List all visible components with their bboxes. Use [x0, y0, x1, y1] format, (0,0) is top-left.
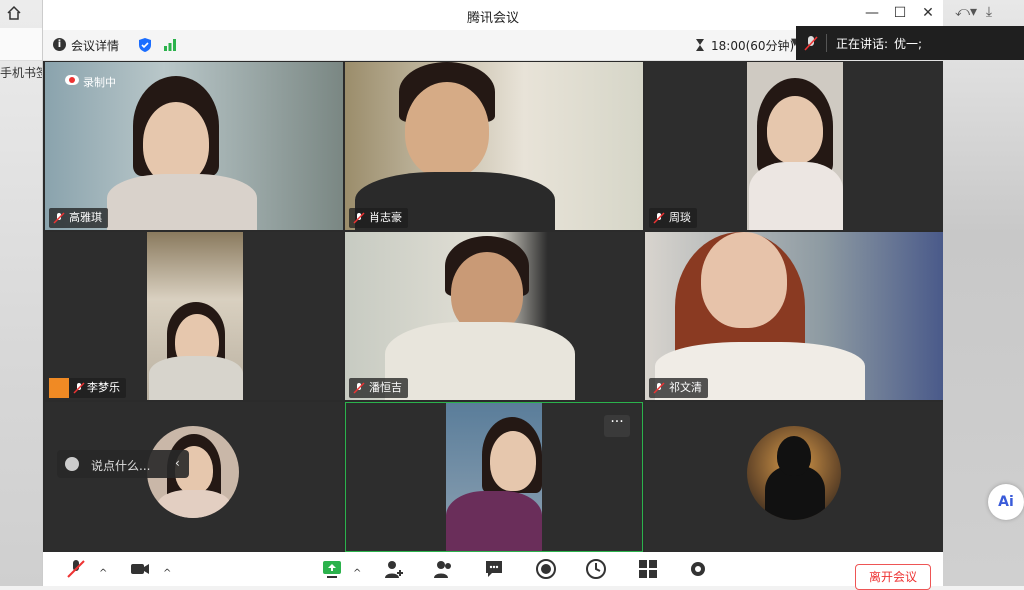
- grid-icon[interactable]: [637, 558, 659, 580]
- background-left: [0, 0, 44, 586]
- smile-icon[interactable]: [65, 457, 79, 471]
- record-icon[interactable]: [535, 558, 557, 580]
- settings-icon[interactable]: [687, 558, 709, 580]
- browser-undo-icon[interactable]: ⤺▾ ⤓: [955, 4, 992, 20]
- participant-name: 周琰: [669, 211, 691, 224]
- speaking-name: 优一;: [894, 37, 923, 51]
- camera-icon[interactable]: [129, 558, 151, 580]
- hourglass-icon: [696, 39, 704, 51]
- participant-name: 潘恒吉: [369, 381, 402, 394]
- mic-muted-icon: [653, 212, 665, 224]
- home-icon[interactable]: [6, 5, 22, 21]
- participant-name: 高雅琪: [69, 211, 102, 224]
- share-screen-icon[interactable]: [321, 558, 343, 580]
- info-icon[interactable]: i: [53, 38, 66, 51]
- video-tile[interactable]: 李梦乐: [45, 232, 343, 400]
- video-tile[interactable]: 说点什么... ‹: [45, 402, 343, 552]
- close-button[interactable]: ✕: [919, 5, 937, 21]
- video-tile[interactable]: 祁文清: [645, 232, 943, 400]
- meeting-timer[interactable]: 18:00(60分钟): [711, 37, 794, 54]
- control-bar: ^ ^ ^ 离开会议: [43, 552, 943, 590]
- participant-name: 李梦乐: [87, 381, 120, 394]
- minimize-button[interactable]: —: [863, 5, 881, 21]
- video-tile-active[interactable]: ···: [345, 402, 643, 552]
- chevron-up-icon[interactable]: ^: [99, 568, 107, 579]
- app-icon[interactable]: [585, 558, 607, 580]
- chevron-left-icon[interactable]: ‹: [175, 456, 180, 470]
- bookmark-bar: 手机书签: [0, 28, 48, 80]
- members-icon[interactable]: [433, 558, 455, 580]
- participant-name-tag: 周琰: [649, 208, 697, 228]
- speaking-indicator: 正在讲话: 优一;: [796, 26, 1024, 60]
- recording-label: 录制中: [83, 76, 116, 89]
- avatar: [747, 426, 841, 520]
- video-tile[interactable]: 录制中 高雅琪: [45, 62, 343, 230]
- host-icon: [49, 378, 69, 398]
- participant-name-tag: 潘恒吉: [349, 378, 408, 398]
- shield-icon[interactable]: [138, 37, 152, 53]
- participant-name: 祁文清: [669, 381, 702, 394]
- participant-name-tag: 李梦乐: [49, 378, 126, 398]
- chat-icon[interactable]: [483, 558, 505, 580]
- video-tile[interactable]: 肖志豪: [345, 62, 643, 230]
- chevron-up-icon[interactable]: ^: [163, 568, 171, 579]
- leave-meeting-button[interactable]: 离开会议: [855, 564, 931, 590]
- participant-name-tag: 肖志豪: [349, 208, 408, 228]
- mic-muted-icon: [804, 36, 818, 51]
- signal-icon[interactable]: [163, 39, 177, 51]
- participant-name: 肖志豪: [369, 211, 402, 224]
- participant-name-tag: 高雅琪: [49, 208, 108, 228]
- window-title: 腾讯会议: [466, 11, 519, 26]
- meeting-window: 腾讯会议 — ☐ ✕ i 会议详情 18:00(60分钟) ▼ 录制中 高雅琪 …: [42, 0, 943, 590]
- mic-muted-icon: [353, 382, 365, 394]
- more-icon[interactable]: ···: [604, 415, 630, 437]
- video-tile[interactable]: 周琰: [645, 62, 943, 230]
- meeting-info-link[interactable]: 会议详情: [71, 37, 119, 54]
- bookmark-label: 手机书签: [0, 66, 49, 80]
- mic-muted-icon[interactable]: [65, 558, 87, 580]
- recording-indicator: 录制中: [65, 74, 116, 90]
- mic-muted-icon: [53, 212, 65, 224]
- mic-muted-icon: [353, 212, 365, 224]
- chat-placeholder: 说点什么...: [91, 459, 151, 473]
- record-icon: [65, 75, 79, 85]
- mic-muted-icon: [73, 382, 85, 394]
- invite-icon[interactable]: [383, 558, 405, 580]
- chevron-up-icon[interactable]: ^: [353, 568, 361, 579]
- participant-name-tag: 祁文清: [649, 378, 708, 398]
- divider: [826, 34, 827, 52]
- mic-muted-icon: [653, 382, 665, 394]
- video-tile[interactable]: [645, 402, 943, 552]
- ai-assistant-icon[interactable]: Ai: [988, 484, 1024, 520]
- maximize-button[interactable]: ☐: [891, 5, 909, 21]
- speaking-label: 正在讲话:: [836, 37, 889, 51]
- chat-input[interactable]: 说点什么... ‹: [57, 450, 189, 478]
- video-tile[interactable]: 潘恒吉: [345, 232, 643, 400]
